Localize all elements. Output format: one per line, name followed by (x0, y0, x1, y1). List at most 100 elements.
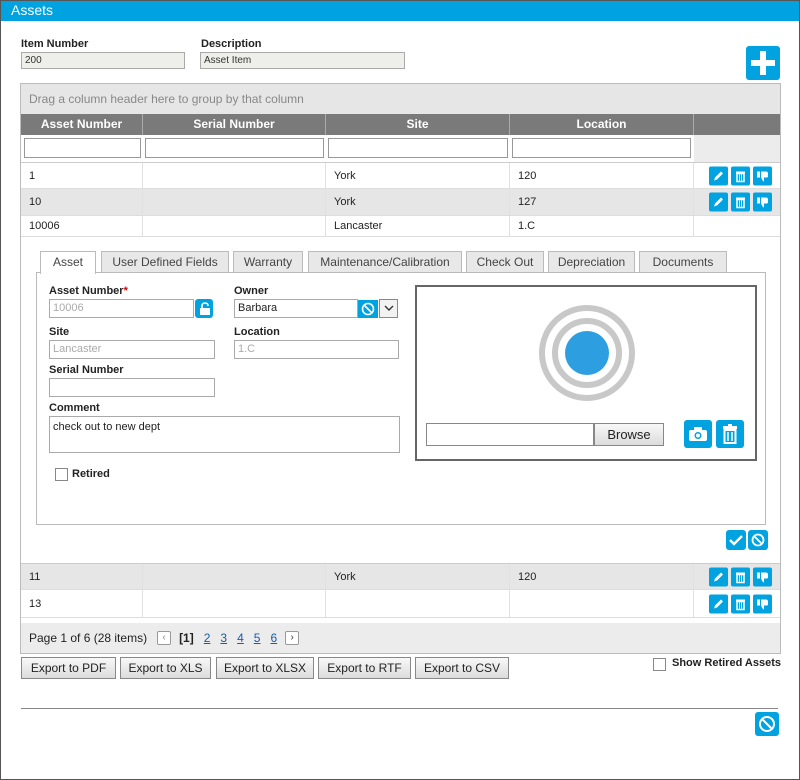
tab-user-defined-fields[interactable]: User Defined Fields (101, 251, 229, 272)
cancel-button[interactable] (748, 530, 768, 550)
filter-location-input[interactable] (512, 138, 691, 158)
pencil-icon (714, 197, 723, 207)
retire-button[interactable] (753, 166, 772, 185)
show-retired-checkbox[interactable] (653, 658, 666, 671)
cell-serial-number (143, 590, 326, 617)
cell-site: Lancaster (326, 216, 510, 236)
unlock-button[interactable] (195, 299, 213, 318)
delete-button[interactable] (731, 594, 750, 613)
column-header-serial-number[interactable]: Serial Number (143, 114, 326, 135)
site-input: Lancaster (49, 340, 215, 359)
asset-number-label: Asset Number* (49, 285, 128, 297)
tab-asset[interactable]: Asset (40, 251, 96, 274)
tab-documents[interactable]: Documents (639, 251, 727, 272)
camera-icon (689, 427, 707, 441)
retired-checkbox[interactable] (55, 468, 68, 481)
pager-page-link[interactable]: 6 (270, 631, 277, 645)
thumbs-down-icon (757, 197, 768, 208)
export-xlsx-button[interactable]: Export to XLSX (216, 657, 314, 679)
export-xls-button[interactable]: Export to XLS (120, 657, 211, 679)
delete-button[interactable] (731, 166, 750, 185)
cell-asset-number: 10006 (21, 216, 143, 236)
take-photo-button[interactable] (684, 420, 712, 448)
location-label: Location (234, 326, 280, 338)
asset-number-input[interactable]: 10006 (49, 299, 194, 318)
serial-number-label: Serial Number (49, 364, 124, 376)
retire-button[interactable] (753, 567, 772, 586)
asset-photo-box: Browse (415, 285, 757, 461)
column-header-actions (694, 114, 780, 135)
filter-row (21, 135, 780, 162)
tab-depreciation[interactable]: Depreciation (548, 251, 635, 272)
cell-location: 1.C (510, 216, 694, 236)
no-image-placeholder-icon (539, 305, 635, 401)
row-actions (709, 594, 772, 613)
filter-asset-number-input[interactable] (24, 138, 141, 158)
delete-photo-button[interactable] (716, 420, 744, 448)
export-csv-button[interactable]: Export to CSV (415, 657, 509, 679)
pager-page-link[interactable]: 2 (204, 631, 211, 645)
cell-asset-number: 10 (21, 189, 143, 215)
item-number-label: Item Number (21, 38, 89, 50)
tab-maintenance-calibration[interactable]: Maintenance/Calibration (308, 251, 462, 272)
trash-icon (736, 197, 745, 209)
column-header-site[interactable]: Site (326, 114, 510, 135)
file-path-input[interactable] (426, 423, 594, 446)
pager-page-link[interactable]: 3 (220, 631, 227, 645)
cell-site: York (326, 564, 510, 589)
cancel-icon (361, 302, 375, 316)
retire-button[interactable] (753, 594, 772, 613)
save-button[interactable] (726, 530, 746, 550)
filter-site-input[interactable] (328, 138, 508, 158)
column-header-asset-number[interactable]: Asset Number (21, 114, 143, 135)
table-row[interactable]: 1 York 120 (21, 162, 780, 189)
export-rtf-button[interactable]: Export to RTF (318, 657, 411, 679)
tab-warranty[interactable]: Warranty (233, 251, 303, 272)
clear-owner-button[interactable] (358, 300, 378, 318)
pager-page-link[interactable]: 5 (254, 631, 261, 645)
table-row[interactable]: 13 (21, 590, 780, 618)
edit-button[interactable] (709, 166, 728, 185)
group-by-area[interactable]: Drag a column header here to group by th… (21, 84, 780, 114)
delete-button[interactable] (731, 567, 750, 586)
edit-button[interactable] (709, 192, 728, 212)
table-row[interactable]: 11 York 120 (21, 563, 780, 590)
cell-location: 127 (510, 189, 694, 215)
close-button[interactable] (755, 712, 779, 736)
add-asset-button[interactable] (746, 46, 780, 80)
serial-number-input[interactable] (49, 378, 215, 397)
edit-button[interactable] (709, 594, 728, 613)
pager-current-page: [1] (179, 631, 194, 645)
column-header-location[interactable]: Location (510, 114, 694, 135)
cancel-icon (759, 716, 775, 732)
table-row-editing[interactable]: 10006 Lancaster 1.C (21, 216, 780, 237)
checkmark-icon (729, 535, 743, 546)
filter-serial-number-input[interactable] (145, 138, 324, 158)
pager: Page 1 of 6 (28 items) ‹ [1] 2 3 4 5 6 › (21, 623, 780, 653)
cell-asset-number: 1 (21, 163, 143, 188)
edit-form-area: Asset User Defined Fields Warranty Maint… (21, 237, 780, 563)
comment-textarea[interactable]: check out to new dept (49, 416, 400, 453)
tab-check-out[interactable]: Check Out (466, 251, 544, 272)
pager-prev-button[interactable]: ‹ (157, 631, 172, 645)
cell-location (510, 590, 694, 617)
table-row[interactable]: 10 York 127 (21, 189, 780, 216)
browse-button[interactable]: Browse (594, 423, 664, 446)
pager-next-button[interactable]: › (285, 631, 300, 645)
export-pdf-button[interactable]: Export to PDF (21, 657, 116, 679)
trash-icon (736, 572, 745, 583)
chevron-down-icon (384, 305, 393, 311)
edit-button[interactable] (709, 567, 728, 586)
retired-label: Retired (72, 468, 110, 480)
retire-button[interactable] (753, 192, 772, 212)
owner-dropdown-button[interactable] (379, 299, 398, 318)
thumbs-down-icon (757, 599, 768, 609)
delete-button[interactable] (731, 192, 750, 212)
cancel-icon (751, 533, 765, 547)
description-label: Description (201, 38, 262, 50)
description-field: Asset Item (200, 52, 405, 69)
owner-field[interactable]: Barbara (234, 299, 358, 318)
footer-divider (21, 708, 778, 709)
pager-page-link[interactable]: 4 (237, 631, 244, 645)
cell-serial-number (143, 216, 326, 236)
